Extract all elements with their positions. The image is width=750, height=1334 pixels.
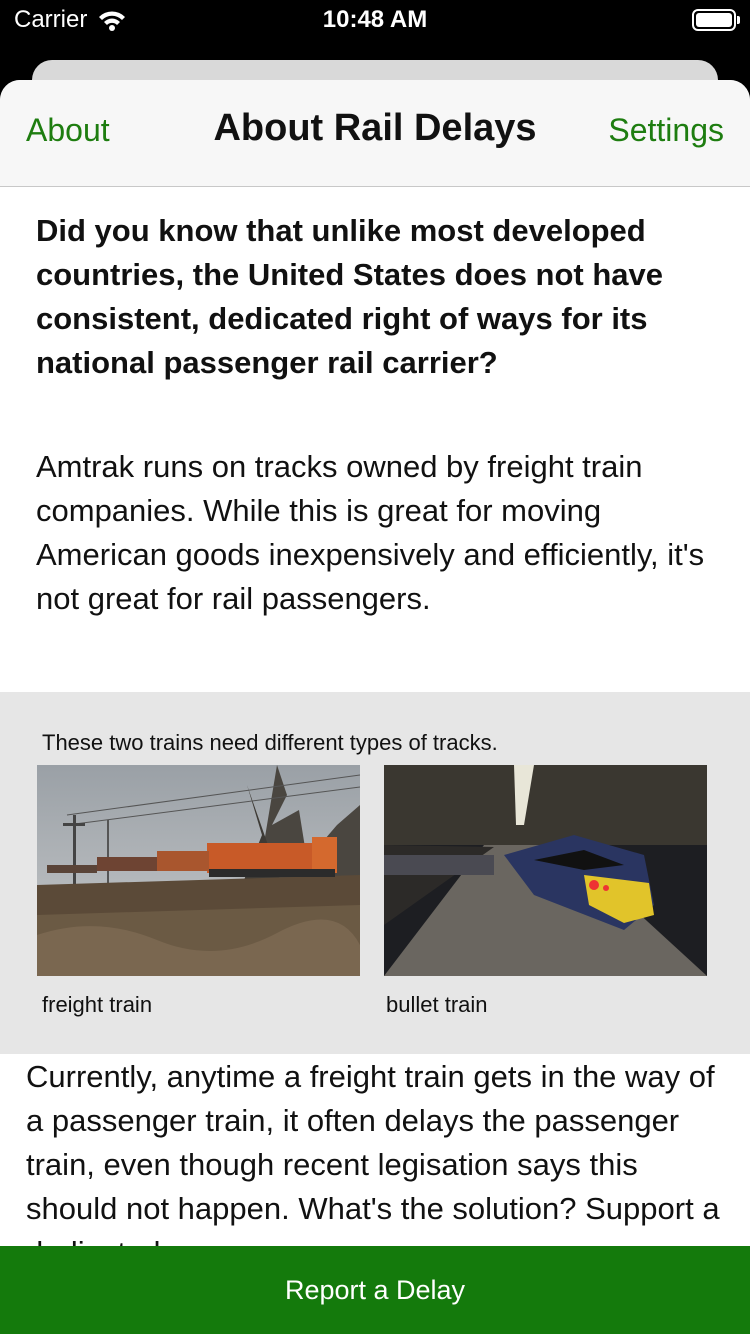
delay-paragraph: Currently, anytime a freight train gets … — [26, 1059, 720, 1270]
freight-train-photo — [37, 765, 360, 976]
gallery-caption: These two trains need different types of… — [42, 730, 498, 755]
about-sheet: About About Rail Delays Settings Did you… — [0, 80, 750, 1334]
bullet-train-label: bullet train — [386, 992, 488, 1017]
navigation-bar: About About Rail Delays Settings — [0, 80, 750, 187]
intro-paragraph: Amtrak runs on tracks owned by freight t… — [36, 449, 705, 616]
headline-text: Did you know that unlike most developed … — [36, 213, 664, 380]
freight-train-label: freight train — [42, 992, 153, 1017]
bullet-train-photo — [384, 765, 707, 976]
train-comparison-gallery: These two trains need different types of… — [0, 692, 750, 1054]
clock: 10:48 AM — [322, 6, 428, 33]
battery-icon — [692, 9, 740, 31]
report-delay-button[interactable]: Report a Delay — [0, 1246, 750, 1334]
status-bar: Carrier 10:48 AM — [0, 0, 750, 44]
settings-button[interactable]: Settings — [608, 112, 724, 149]
